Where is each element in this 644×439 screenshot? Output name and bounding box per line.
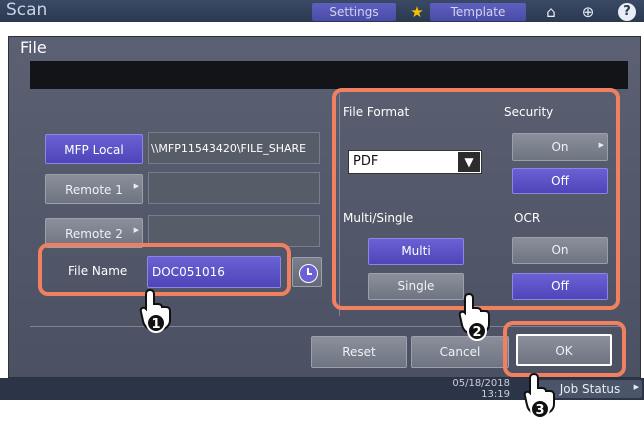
mfp-local-button[interactable]: MFP Local bbox=[45, 134, 143, 164]
expand-icon: ▶ bbox=[633, 383, 639, 391]
home-icon[interactable]: ⌂ bbox=[538, 2, 564, 22]
expand-icon: ▶ bbox=[133, 182, 139, 190]
globe-icon[interactable]: ⊕ bbox=[576, 2, 600, 22]
cancel-button[interactable]: Cancel bbox=[411, 336, 509, 368]
clock: 05/18/2018 13:19 bbox=[440, 378, 510, 400]
star-icon: ★ bbox=[410, 3, 424, 21]
settings-button[interactable]: Settings bbox=[312, 3, 396, 21]
dialog-title: File bbox=[20, 38, 47, 57]
remote2-label: Remote 2 bbox=[65, 227, 123, 241]
step-badge: 3 bbox=[530, 399, 550, 419]
template-button[interactable]: Template bbox=[430, 3, 526, 21]
settings-highlight bbox=[332, 88, 620, 310]
timestamp-button[interactable] bbox=[292, 257, 322, 287]
clock-date: 05/18/2018 bbox=[452, 378, 510, 389]
remote1-label: Remote 1 bbox=[65, 183, 123, 197]
remote1-button[interactable]: Remote 1 ▶ bbox=[45, 174, 143, 204]
ok-highlight bbox=[503, 321, 626, 377]
remote1-path-field[interactable] bbox=[148, 172, 320, 204]
job-status-label: Job Status bbox=[559, 382, 621, 396]
step-badge: 1 bbox=[146, 313, 166, 333]
expand-icon: ▶ bbox=[133, 226, 139, 234]
mfp-local-path-field: \\MFP11543420\FILE_SHARE bbox=[148, 132, 320, 164]
scan-title: Scan bbox=[6, 0, 48, 20]
reset-button[interactable]: Reset bbox=[311, 336, 407, 368]
clock-time: 13:19 bbox=[481, 389, 510, 400]
message-banner bbox=[30, 61, 628, 89]
step-badge: 2 bbox=[467, 321, 487, 341]
clock-icon bbox=[299, 264, 318, 283]
help-icon[interactable]: ? bbox=[618, 3, 636, 21]
